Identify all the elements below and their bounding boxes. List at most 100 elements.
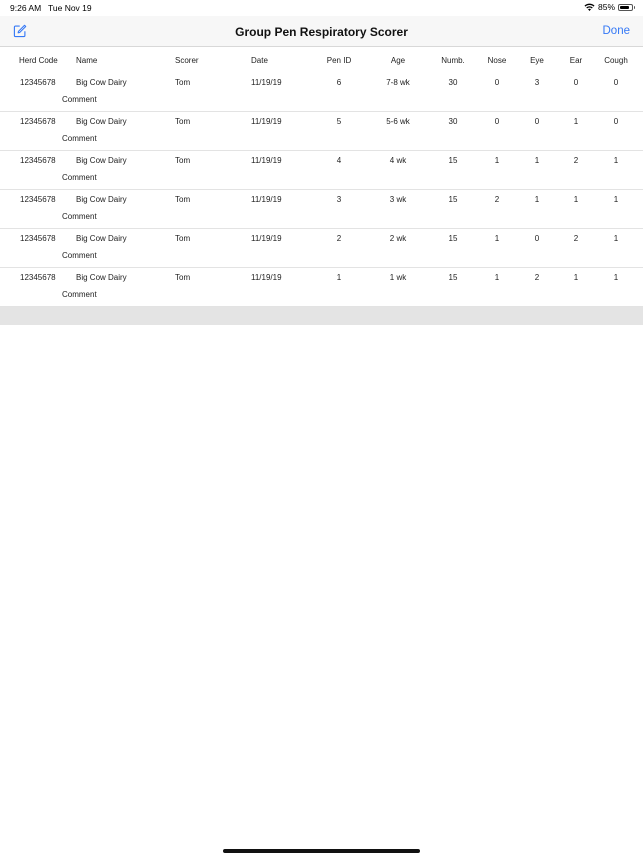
cell-nose: 1 xyxy=(494,156,500,165)
row-comment: Comment xyxy=(62,290,97,299)
cell-pen-id: 4 xyxy=(336,156,342,165)
cell-numb: 15 xyxy=(448,195,458,204)
header-eye: Eye xyxy=(530,56,544,65)
cell-date: 11/19/19 xyxy=(251,234,282,243)
cell-eye: 3 xyxy=(534,78,540,87)
navigation-bar: Group Pen Respiratory Scorer Done xyxy=(0,16,643,47)
header-name: Name xyxy=(76,56,98,65)
header-numb: Numb. xyxy=(441,56,465,65)
cell-nose: 2 xyxy=(494,195,500,204)
cell-date: 11/19/19 xyxy=(251,273,282,282)
header-age: Age xyxy=(390,56,406,65)
row-comment: Comment xyxy=(62,134,97,143)
cell-eye: 1 xyxy=(534,156,540,165)
cell-numb: 30 xyxy=(448,78,458,87)
status-bar: 9:26 AM Tue Nov 19 85% xyxy=(0,0,643,16)
cell-name: Big Cow Dairy xyxy=(76,156,127,165)
cell-age: 3 wk xyxy=(389,195,407,204)
cell-ear: 1 xyxy=(573,195,579,204)
table-footer-band xyxy=(0,307,643,325)
header-nose: Nose xyxy=(487,56,507,65)
cell-pen-id: 5 xyxy=(336,117,342,126)
header-pen-id: Pen ID xyxy=(326,56,352,65)
cell-name: Big Cow Dairy xyxy=(76,117,127,126)
cell-eye: 1 xyxy=(534,195,540,204)
cell-name: Big Cow Dairy xyxy=(76,195,127,204)
cell-pen-id: 3 xyxy=(336,195,342,204)
done-button[interactable]: Done xyxy=(603,25,631,37)
header-scorer: Scorer xyxy=(175,56,199,65)
header-ear: Ear xyxy=(569,56,583,65)
cell-ear: 1 xyxy=(573,117,579,126)
battery-percent: 85% xyxy=(597,2,615,12)
cell-scorer: Tom xyxy=(175,195,191,204)
cell-pen-id: 1 xyxy=(336,273,342,282)
header-date: Date xyxy=(251,56,268,65)
cell-ear: 0 xyxy=(573,78,579,87)
cell-cough: 1 xyxy=(613,273,619,282)
table-row[interactable]: 12345678 Big Cow Dairy Tom 11/19/19 3 3 … xyxy=(0,190,643,229)
cell-scorer: Tom xyxy=(175,156,191,165)
cell-scorer: Tom xyxy=(175,273,191,282)
cell-herd-code: 12345678 xyxy=(20,273,56,282)
row-comment: Comment xyxy=(62,251,97,260)
cell-herd-code: 12345678 xyxy=(20,195,56,204)
page-title: Group Pen Respiratory Scorer xyxy=(235,25,408,39)
row-comment: Comment xyxy=(62,95,97,104)
row-comment: Comment xyxy=(62,173,97,182)
cell-herd-code: 12345678 xyxy=(20,117,56,126)
cell-ear: 2 xyxy=(573,234,579,243)
cell-pen-id: 2 xyxy=(336,234,342,243)
cell-nose: 0 xyxy=(494,78,500,87)
cell-numb: 15 xyxy=(448,234,458,243)
score-table: 12345678 Big Cow Dairy Tom 11/19/19 6 7-… xyxy=(0,73,643,307)
cell-age: 4 wk xyxy=(389,156,407,165)
wifi-icon xyxy=(584,3,595,11)
cell-name: Big Cow Dairy xyxy=(76,78,127,87)
table-row[interactable]: 12345678 Big Cow Dairy Tom 11/19/19 1 1 … xyxy=(0,268,643,307)
row-comment: Comment xyxy=(62,212,97,221)
cell-cough: 1 xyxy=(613,156,619,165)
cell-age: 7-8 wk xyxy=(386,78,410,87)
cell-nose: 1 xyxy=(494,234,500,243)
status-right: 85% xyxy=(584,2,635,12)
cell-cough: 1 xyxy=(613,195,619,204)
cell-date: 11/19/19 xyxy=(251,156,282,165)
battery-icon xyxy=(618,3,635,11)
cell-date: 11/19/19 xyxy=(251,78,282,87)
cell-scorer: Tom xyxy=(175,117,191,126)
table-row[interactable]: 12345678 Big Cow Dairy Tom 11/19/19 6 7-… xyxy=(0,73,643,112)
table-row[interactable]: 12345678 Big Cow Dairy Tom 11/19/19 5 5-… xyxy=(0,112,643,151)
cell-name: Big Cow Dairy xyxy=(76,273,127,282)
cell-age: 1 wk xyxy=(389,273,407,282)
table-row[interactable]: 12345678 Big Cow Dairy Tom 11/19/19 2 2 … xyxy=(0,229,643,268)
battery-fill xyxy=(620,5,630,9)
cell-cough: 1 xyxy=(613,234,619,243)
header-cough: Cough xyxy=(604,56,628,65)
cell-cough: 0 xyxy=(613,117,619,126)
cell-age: 5-6 wk xyxy=(386,117,410,126)
header-herd-code: Herd Code xyxy=(19,56,58,65)
cell-herd-code: 12345678 xyxy=(20,234,56,243)
cell-ear: 2 xyxy=(573,156,579,165)
cell-numb: 15 xyxy=(448,156,458,165)
cell-eye: 0 xyxy=(534,234,540,243)
cell-scorer: Tom xyxy=(175,234,191,243)
cell-date: 11/19/19 xyxy=(251,117,282,126)
status-time: 9:26 AM xyxy=(10,3,42,13)
cell-numb: 30 xyxy=(448,117,458,126)
cell-numb: 15 xyxy=(448,273,458,282)
cell-age: 2 wk xyxy=(389,234,407,243)
cell-herd-code: 12345678 xyxy=(20,78,56,87)
home-indicator[interactable] xyxy=(223,849,420,853)
cell-name: Big Cow Dairy xyxy=(76,234,127,243)
table-row[interactable]: 12345678 Big Cow Dairy Tom 11/19/19 4 4 … xyxy=(0,151,643,190)
status-date: Tue Nov 19 xyxy=(48,3,92,13)
cell-scorer: Tom xyxy=(175,78,191,87)
cell-ear: 1 xyxy=(573,273,579,282)
cell-cough: 0 xyxy=(613,78,619,87)
cell-date: 11/19/19 xyxy=(251,195,282,204)
cell-eye: 2 xyxy=(534,273,540,282)
table-header: Herd Code Name Scorer Date Pen ID Age Nu… xyxy=(0,56,643,70)
cell-herd-code: 12345678 xyxy=(20,156,56,165)
